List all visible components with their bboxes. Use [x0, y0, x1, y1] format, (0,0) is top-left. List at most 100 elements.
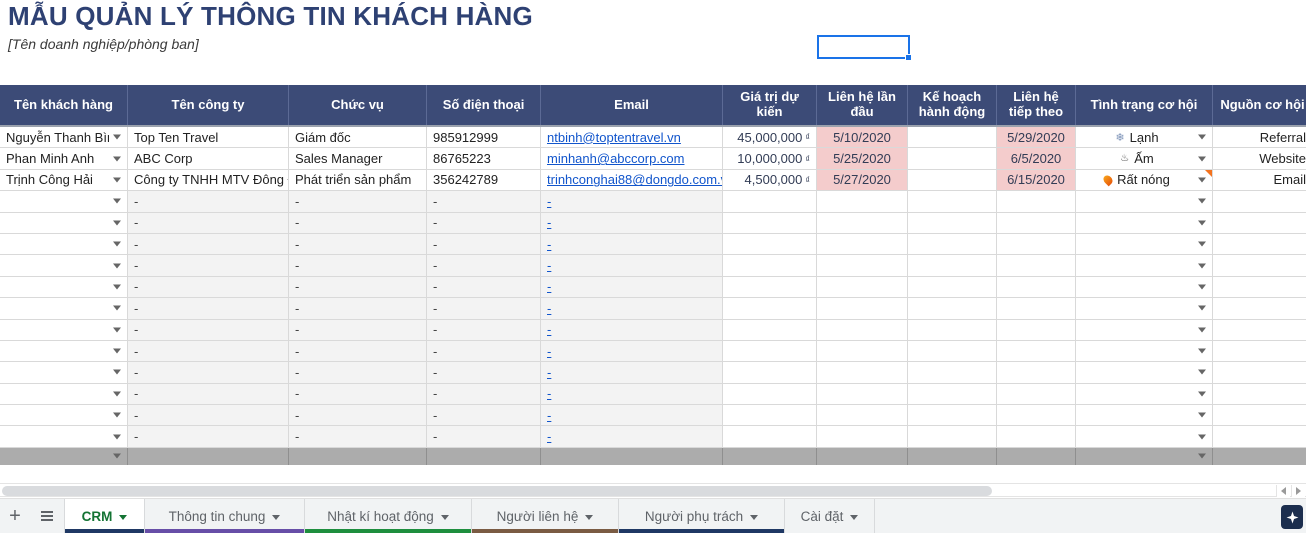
cell[interactable]: [1076, 448, 1213, 465]
cell[interactable]: [427, 448, 541, 465]
cell[interactable]: [817, 255, 908, 276]
customer-cell[interactable]: Trịnh Công Hải: [0, 170, 128, 191]
dropdown-icon[interactable]: [1198, 370, 1206, 375]
cell[interactable]: [723, 448, 817, 465]
selected-cell-outline[interactable]: [817, 35, 910, 59]
cell[interactable]: [817, 320, 908, 341]
first-contact-cell[interactable]: 5/10/2020: [817, 127, 908, 148]
cell[interactable]: [1076, 191, 1213, 212]
cell[interactable]: -: [541, 277, 723, 298]
cell[interactable]: [1076, 384, 1213, 405]
cell[interactable]: -: [289, 277, 427, 298]
dropdown-icon[interactable]: [1198, 454, 1206, 459]
cell[interactable]: [817, 362, 908, 383]
cell[interactable]: [908, 426, 997, 447]
action-plan-cell[interactable]: [908, 148, 997, 169]
phone-cell[interactable]: 985912999: [427, 127, 541, 148]
dropdown-icon[interactable]: [113, 454, 121, 459]
cell[interactable]: [723, 277, 817, 298]
dropdown-icon[interactable]: [113, 391, 121, 396]
email-link-placeholder[interactable]: -: [547, 237, 551, 252]
cell[interactable]: [817, 448, 908, 465]
cell[interactable]: -: [541, 384, 723, 405]
dropdown-icon[interactable]: [113, 242, 121, 247]
cell[interactable]: -: [541, 298, 723, 319]
cell[interactable]: [0, 234, 128, 255]
cell[interactable]: [817, 341, 908, 362]
dropdown-icon[interactable]: [850, 515, 858, 520]
cell[interactable]: [997, 362, 1076, 383]
deal-value-cell[interactable]: 45,000,000₫: [723, 127, 817, 148]
cell[interactable]: [817, 191, 908, 212]
cell[interactable]: [908, 341, 997, 362]
company-cell[interactable]: ABC Corp: [128, 148, 289, 169]
cell[interactable]: [997, 298, 1076, 319]
cell[interactable]: -: [128, 255, 289, 276]
next-contact-cell[interactable]: 6/5/2020: [997, 148, 1076, 169]
dropdown-icon[interactable]: [1198, 434, 1206, 439]
email-link-placeholder[interactable]: -: [547, 386, 551, 401]
cell[interactable]: -: [541, 426, 723, 447]
cell[interactable]: [723, 426, 817, 447]
cell[interactable]: [1213, 191, 1306, 212]
cell[interactable]: [997, 384, 1076, 405]
cell[interactable]: [0, 426, 128, 447]
cell[interactable]: [0, 298, 128, 319]
cell[interactable]: [1076, 320, 1213, 341]
cell[interactable]: [1213, 234, 1306, 255]
customer-cell[interactable]: Phan Minh Anh: [0, 148, 128, 169]
all-sheets-button[interactable]: [30, 499, 64, 533]
cell[interactable]: -: [427, 234, 541, 255]
cell[interactable]: -: [427, 384, 541, 405]
cell[interactable]: -: [128, 277, 289, 298]
cell[interactable]: -: [427, 426, 541, 447]
cell[interactable]: [723, 341, 817, 362]
action-plan-cell[interactable]: [908, 127, 997, 148]
cell[interactable]: -: [427, 255, 541, 276]
cell[interactable]: -: [427, 298, 541, 319]
dropdown-icon[interactable]: [1198, 177, 1206, 182]
cell[interactable]: [1213, 341, 1306, 362]
cell[interactable]: [0, 320, 128, 341]
tab-người-liên-hệ[interactable]: Người liên hệ: [472, 499, 619, 533]
cell[interactable]: [1076, 298, 1213, 319]
cell[interactable]: [997, 405, 1076, 426]
cell[interactable]: [1076, 426, 1213, 447]
cell[interactable]: [908, 191, 997, 212]
phone-cell[interactable]: 86765223: [427, 148, 541, 169]
cell[interactable]: -: [541, 191, 723, 212]
deal-value-cell[interactable]: 4,500,000₫: [723, 170, 817, 191]
cell[interactable]: [997, 255, 1076, 276]
cell[interactable]: [908, 405, 997, 426]
cell[interactable]: [997, 426, 1076, 447]
cell[interactable]: -: [541, 320, 723, 341]
cell[interactable]: -: [427, 405, 541, 426]
cell[interactable]: -: [289, 341, 427, 362]
cell[interactable]: [723, 191, 817, 212]
cell[interactable]: -: [289, 320, 427, 341]
cell[interactable]: -: [289, 213, 427, 234]
cell[interactable]: [1213, 362, 1306, 383]
dropdown-icon[interactable]: [1198, 135, 1206, 140]
cell[interactable]: -: [427, 362, 541, 383]
cell[interactable]: -: [128, 320, 289, 341]
status-cell[interactable]: ♨Ấm: [1076, 148, 1213, 169]
cell[interactable]: [817, 384, 908, 405]
cell[interactable]: [0, 255, 128, 276]
cell[interactable]: -: [289, 405, 427, 426]
horizontal-scrollbar[interactable]: [0, 483, 1306, 497]
cell[interactable]: -: [128, 191, 289, 212]
cell[interactable]: -: [541, 341, 723, 362]
dropdown-icon[interactable]: [113, 156, 121, 161]
explore-button[interactable]: [1281, 505, 1303, 529]
cell[interactable]: -: [289, 191, 427, 212]
cell[interactable]: [997, 191, 1076, 212]
email-link-placeholder[interactable]: -: [547, 322, 551, 337]
cell[interactable]: -: [289, 384, 427, 405]
cell[interactable]: [1213, 405, 1306, 426]
cell[interactable]: [908, 448, 997, 465]
cell[interactable]: [289, 448, 427, 465]
cell[interactable]: [0, 405, 128, 426]
tab-thông-tin-chung[interactable]: Thông tin chung: [145, 499, 305, 533]
cell[interactable]: [1213, 255, 1306, 276]
